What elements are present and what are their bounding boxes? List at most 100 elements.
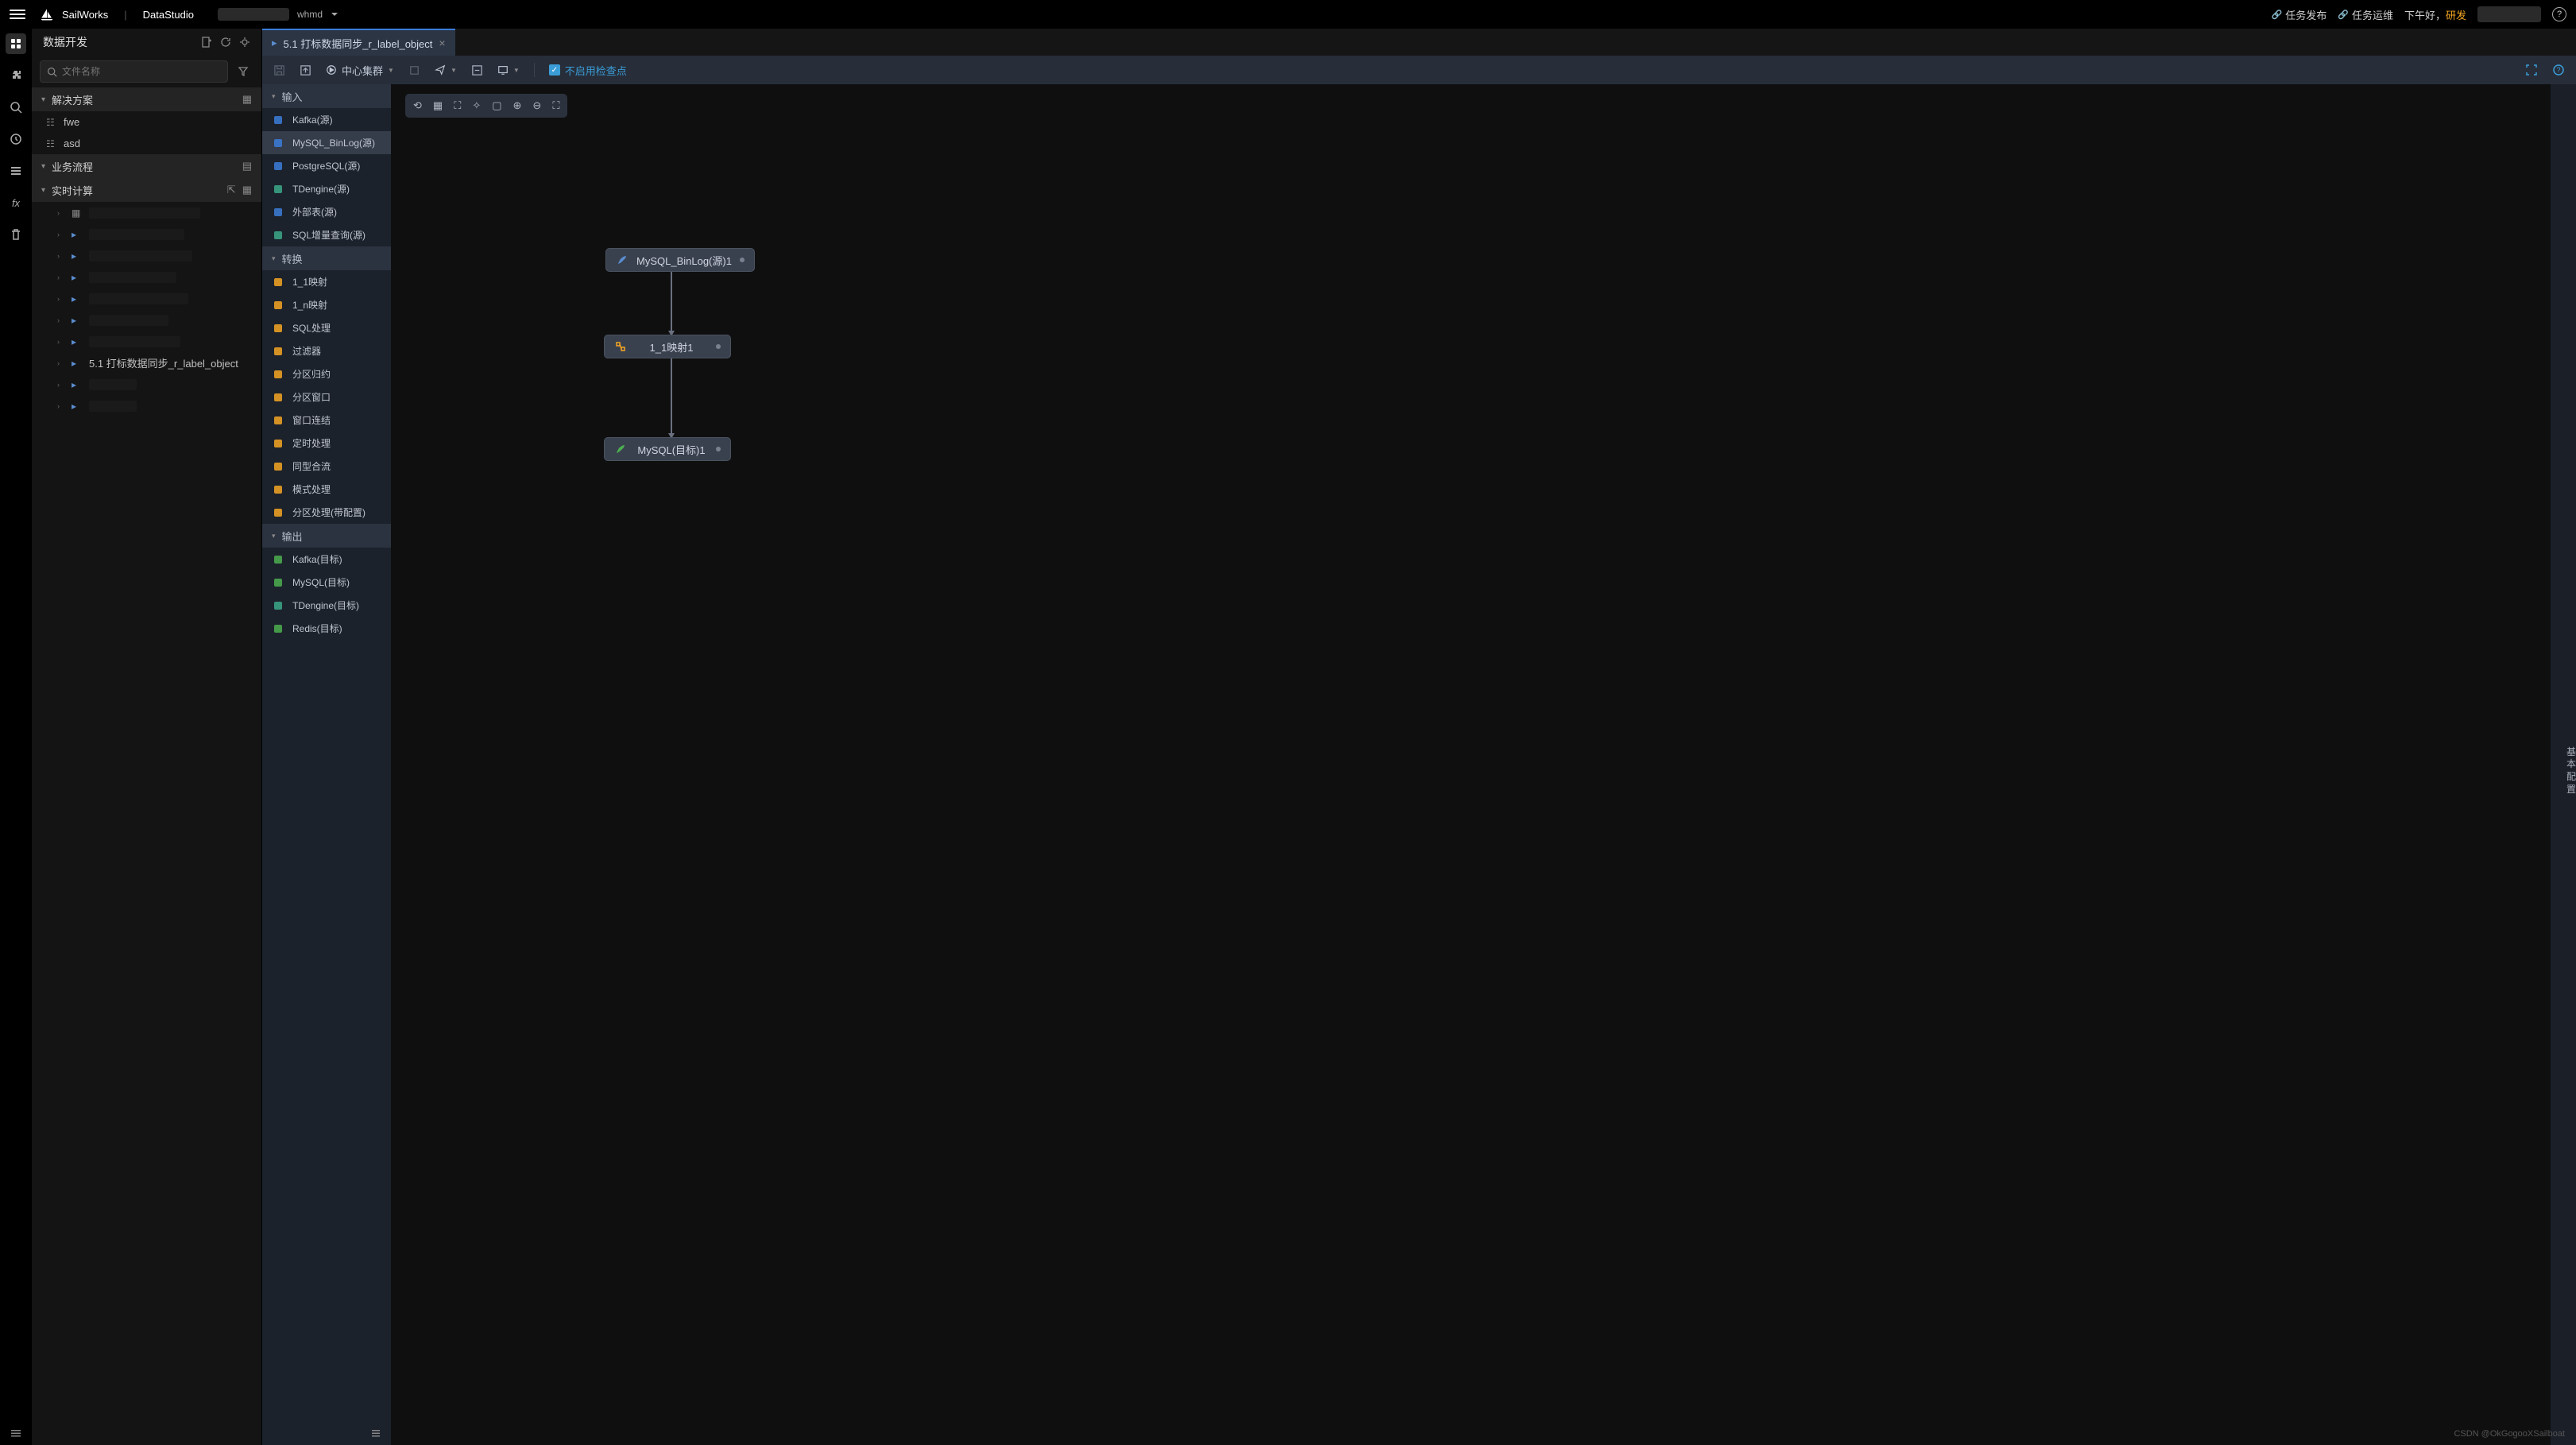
palette-group-output[interactable]: ▾输出 [262, 524, 391, 548]
palette-item-label: 模式处理 [292, 482, 331, 496]
right-config-rail[interactable]: 基本配置 [2551, 84, 2576, 1445]
palette-item[interactable]: 1_1映射 [262, 270, 391, 293]
palette-item[interactable]: 定时处理 [262, 432, 391, 455]
palette-item-label: TDengine(源) [292, 182, 350, 196]
rail-list-icon[interactable] [6, 161, 26, 181]
palette-item[interactable]: TDengine(源) [262, 177, 391, 200]
user-avatar[interactable] [2477, 6, 2541, 22]
search-input[interactable] [62, 66, 221, 77]
tree-item[interactable]: ›▸ [32, 266, 261, 288]
mysql-target-icon [614, 443, 627, 455]
grid-icon[interactable]: ▦ [242, 93, 252, 106]
tree-item[interactable]: ›▸ [32, 395, 261, 416]
tree-item-active[interactable]: ›▸5.1 打标数据同步_r_label_object [32, 352, 261, 374]
panel-icon[interactable]: ▤ [242, 160, 252, 172]
tree-item[interactable]: ›▸ [32, 288, 261, 309]
fit-icon[interactable]: ⛶ [454, 99, 461, 112]
cluster-dropdown[interactable]: 中心集群 ▼ [326, 63, 394, 78]
checkpoint-toggle[interactable]: ✓ 不启用检查点 [549, 63, 627, 78]
rail-puzzle-icon[interactable] [6, 65, 26, 86]
tree-item[interactable]: ›▸ [32, 223, 261, 245]
solution-item[interactable]: ☷asd [32, 133, 261, 154]
close-icon[interactable]: × [439, 37, 445, 49]
zoom-in-icon[interactable]: ⊕ [513, 99, 522, 112]
palette-item[interactable]: TDengine(目标) [262, 594, 391, 617]
refresh-icon[interactable]: ⟲ [413, 99, 422, 112]
palette-item[interactable]: SQL处理 [262, 316, 391, 339]
hamburger-menu-icon[interactable] [10, 6, 25, 22]
format-icon[interactable] [471, 64, 483, 76]
save-icon[interactable] [273, 64, 285, 76]
palette-item[interactable]: 分区处理(带配置) [262, 501, 391, 524]
tree-item[interactable]: ›▸ [32, 331, 261, 352]
help-icon[interactable]: ? [2552, 7, 2566, 21]
submit-icon[interactable] [300, 64, 311, 76]
palette-item[interactable]: MySQL_BinLog(源) [262, 131, 391, 154]
rail-clock-icon[interactable] [6, 129, 26, 149]
grid-icon[interactable]: ▦ [433, 99, 443, 112]
palette-item[interactable]: 模式处理 [262, 478, 391, 501]
grid-icon[interactable]: ▦ [242, 184, 252, 196]
palette-item[interactable]: 同型合流 [262, 455, 391, 478]
fullscreen-icon[interactable]: ⛶ [552, 99, 559, 112]
help-circle-icon[interactable]: ? [2552, 64, 2565, 76]
section-solution[interactable]: ▾ 解决方案 ▦ [32, 87, 261, 111]
palette-item[interactable]: 1_n映射 [262, 293, 391, 316]
rail-trash-icon[interactable] [6, 224, 26, 245]
section-realtime[interactable]: ▾ 实时计算 ⇱▦ [32, 178, 261, 202]
node-sink[interactable]: MySQL(目标)1 [604, 437, 731, 461]
palette-item[interactable]: Kafka(源) [262, 108, 391, 131]
tree-item[interactable]: ›▸ [32, 374, 261, 395]
node-transform[interactable]: 1_1映射1 [604, 335, 731, 358]
rail-search-icon[interactable] [6, 97, 26, 118]
zoom-out-icon[interactable]: ⊖ [532, 99, 541, 112]
palette-item-label: 窗口连结 [292, 413, 331, 427]
tree-folder[interactable]: ›▦ [32, 202, 261, 223]
solution-item[interactable]: ☷fwe [32, 111, 261, 133]
component-icon [272, 599, 284, 612]
refresh-icon[interactable] [220, 37, 231, 48]
search-input-wrapper[interactable] [40, 60, 228, 83]
edge[interactable] [671, 358, 672, 438]
stop-icon[interactable] [408, 64, 420, 76]
screen-dropdown[interactable]: ▼ [497, 64, 520, 76]
palette-item[interactable]: Redis(目标) [262, 617, 391, 640]
section-workflow[interactable]: ▾ 业务流程 ▤ [32, 154, 261, 178]
palette-item[interactable]: SQL增量查询(源) [262, 223, 391, 246]
node-source[interactable]: MySQL_BinLog(源)1 [605, 248, 755, 272]
palette-item-label: Redis(目标) [292, 622, 342, 635]
palette-group-transform[interactable]: ▾转换 [262, 246, 391, 270]
tree-item[interactable]: ›▸ [32, 245, 261, 266]
palette-group-input[interactable]: ▾输入 [262, 84, 391, 108]
locate-icon[interactable] [239, 37, 250, 48]
actual-size-icon[interactable]: ▢ [492, 99, 501, 112]
node-status-dot [716, 344, 721, 349]
palette-item[interactable]: 外部表(源) [262, 200, 391, 223]
tree-item[interactable]: ›▸ [32, 309, 261, 331]
workspace-selector[interactable]: whmd [210, 5, 346, 24]
new-file-icon[interactable] [201, 37, 212, 48]
palette-item[interactable]: 窗口连结 [262, 409, 391, 432]
bottom-hamburger-icon[interactable] [0, 1421, 32, 1445]
palette-item[interactable]: Kafka(目标) [262, 548, 391, 571]
auto-layout-icon[interactable]: ✧ [472, 99, 481, 112]
palette-item[interactable]: PostgreSQL(源) [262, 154, 391, 177]
component-icon [272, 322, 284, 335]
scan-icon[interactable] [2525, 64, 2538, 76]
task-publish-link[interactable]: 🔗任务发布 [2272, 7, 2327, 22]
palette-item-label: TDengine(目标) [292, 599, 359, 612]
task-ops-link[interactable]: 🔗任务运维 [2338, 7, 2393, 22]
palette-item[interactable]: MySQL(目标) [262, 571, 391, 594]
palette-item[interactable]: 过滤器 [262, 339, 391, 362]
send-dropdown[interactable]: ▼ [435, 64, 457, 76]
tab-active[interactable]: ▸ 5.1 打标数据同步_r_label_object × [262, 29, 455, 56]
flow-canvas[interactable]: ⟲ ▦ ⛶ ✧ ▢ ⊕ ⊖ ⛶ MySQL_BinLog(源)1 [391, 84, 2551, 1445]
collapse-palette-icon[interactable] [262, 1421, 391, 1445]
rail-data-dev-icon[interactable] [6, 33, 26, 54]
filter-icon[interactable] [233, 61, 253, 82]
import-icon[interactable]: ⇱ [227, 184, 236, 196]
palette-item[interactable]: 分区归约 [262, 362, 391, 385]
palette-item[interactable]: 分区窗口 [262, 385, 391, 409]
edge[interactable] [671, 272, 672, 335]
rail-fx-icon[interactable]: fx [6, 192, 26, 213]
